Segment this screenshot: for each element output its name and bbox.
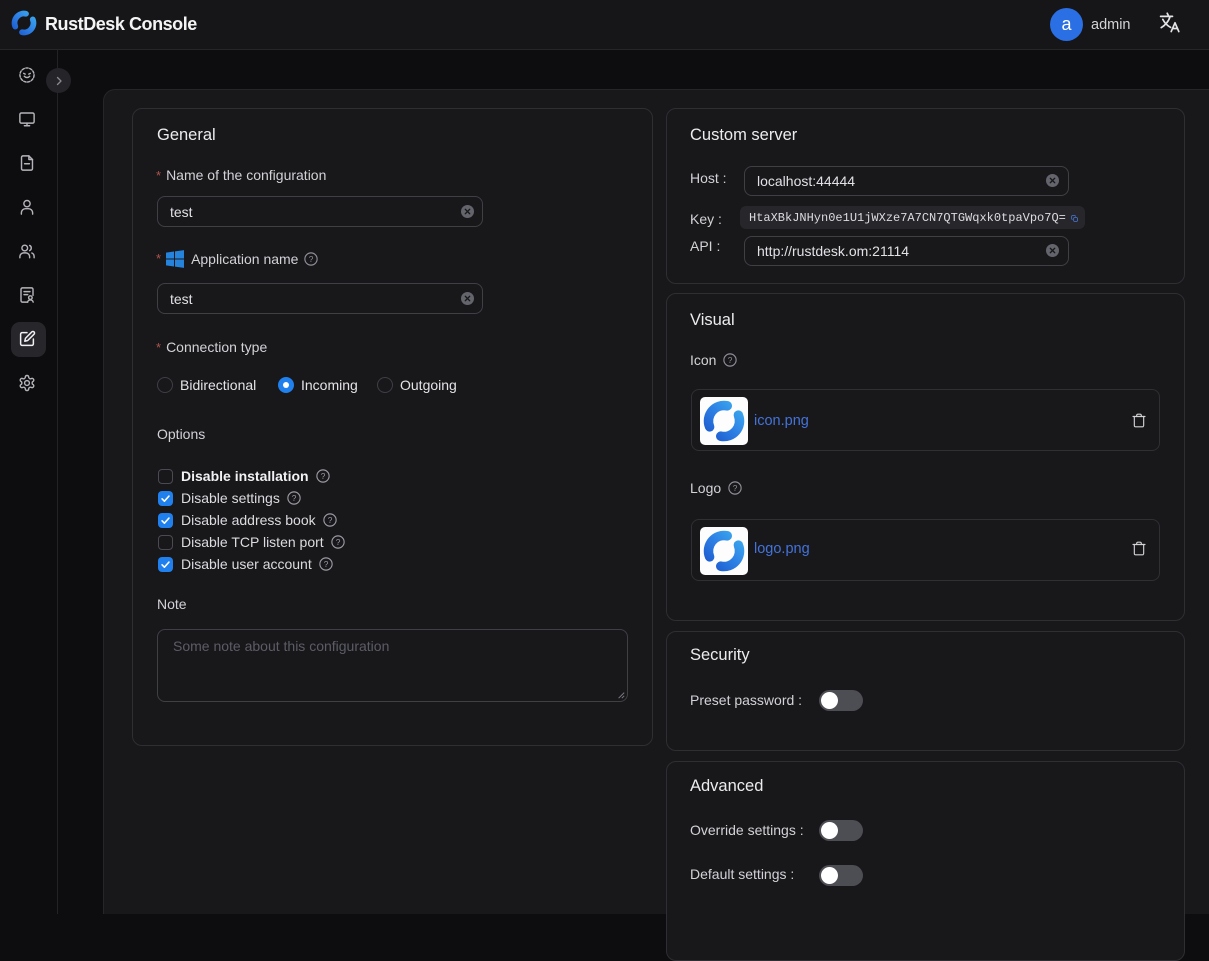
svg-text:?: ? [323, 559, 328, 569]
svg-text:?: ? [309, 254, 314, 264]
svg-text:?: ? [728, 355, 733, 365]
svg-text:?: ? [327, 515, 332, 525]
svg-text:?: ? [335, 537, 340, 547]
svg-text:?: ? [733, 483, 738, 493]
svg-text:?: ? [292, 493, 297, 503]
svg-text:?: ? [320, 471, 325, 481]
